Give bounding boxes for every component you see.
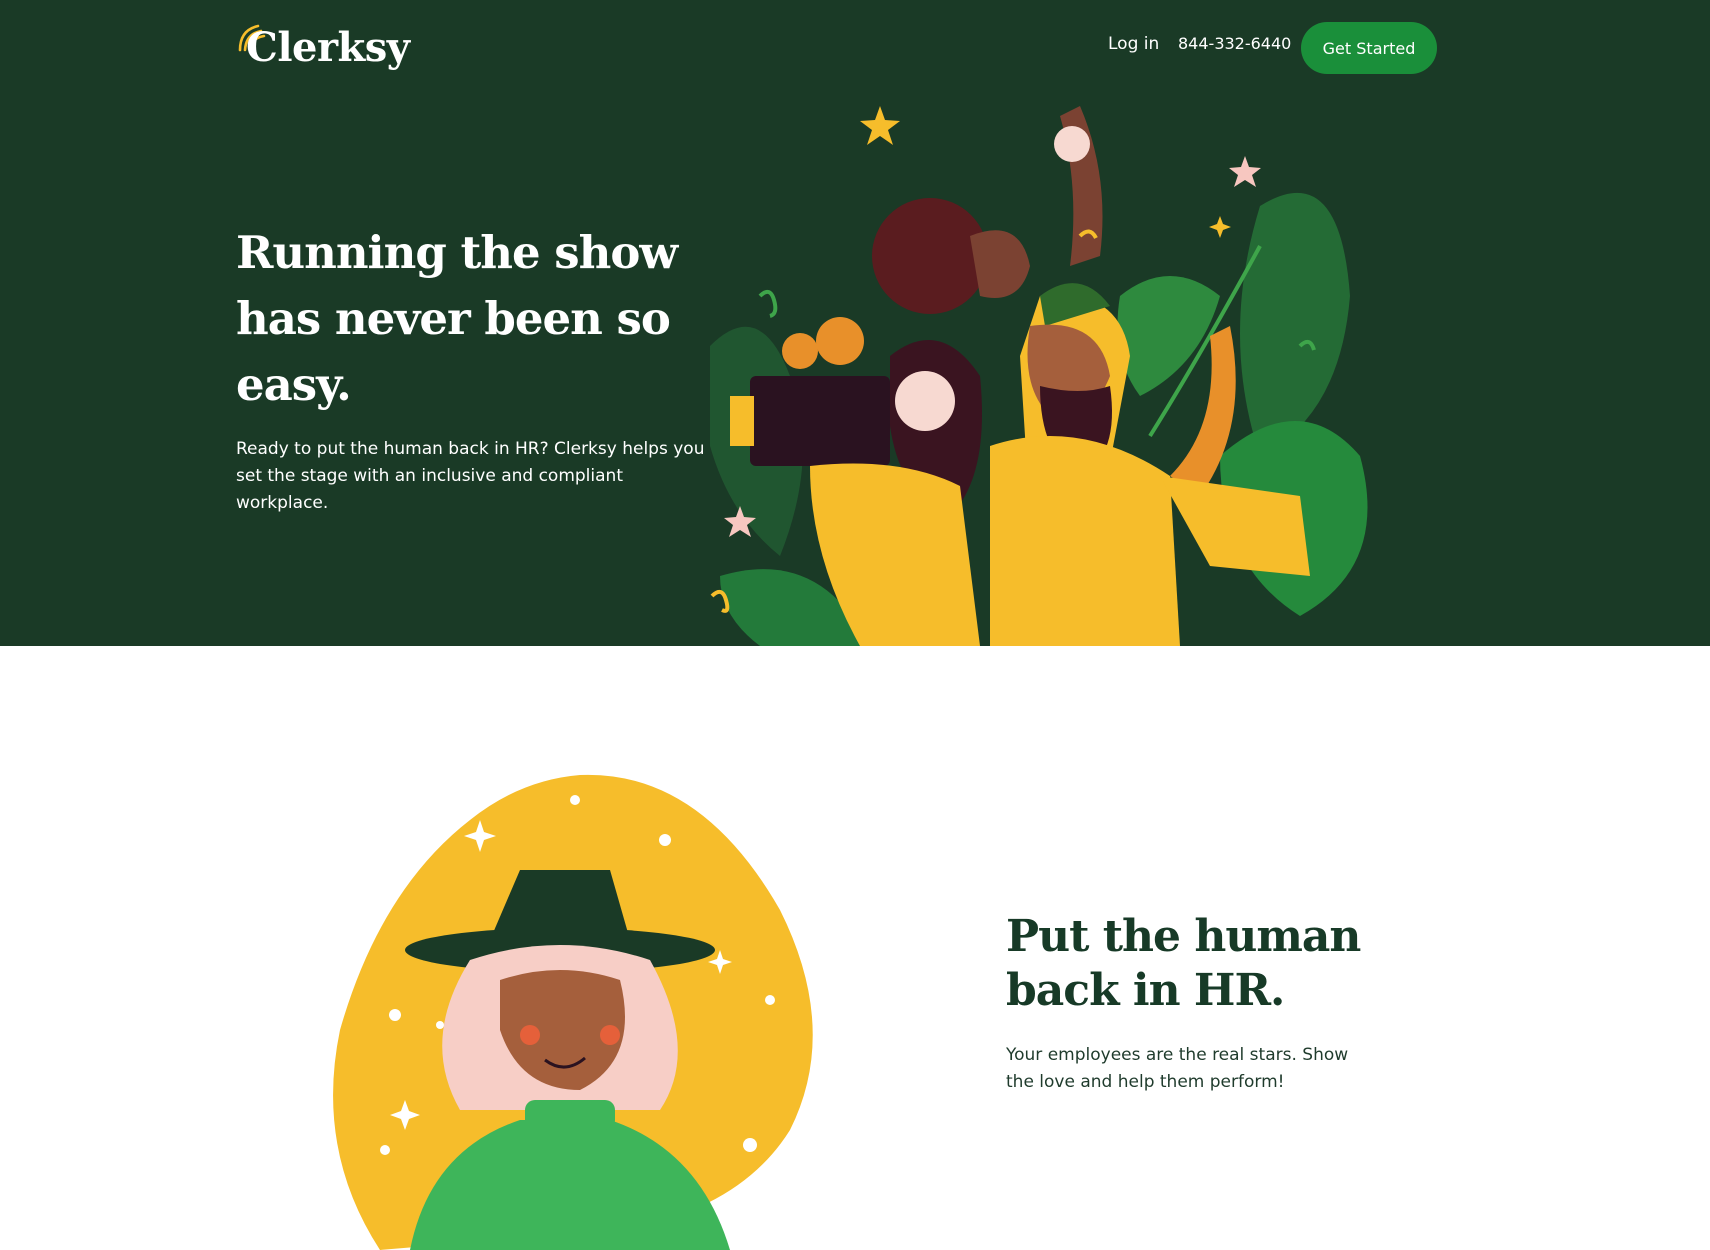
star-icon: [1229, 156, 1261, 187]
man-body: [990, 436, 1180, 646]
hero-title: Running the show has never been so easy.: [236, 226, 678, 411]
cheek: [520, 1025, 540, 1045]
afro-hair: [872, 198, 988, 314]
star-icon: [860, 106, 900, 145]
face: [970, 230, 1030, 298]
leaf-shape: [1117, 276, 1220, 396]
squiggle-icon: [758, 289, 778, 318]
hero-subtitle: Ready to put the human back in HR? Clerk…: [236, 439, 705, 513]
hero-illustration: [710, 106, 1368, 646]
dot-icon: [380, 1145, 390, 1155]
phone-link[interactable]: 844-332-6440: [1178, 34, 1291, 53]
section-subtitle: Your employees are the real stars. Show …: [1006, 1045, 1349, 1092]
login-link[interactable]: Log in: [1108, 34, 1159, 54]
dot-icon: [570, 795, 580, 805]
person-illustration: [333, 774, 813, 1250]
sparkle-icon: [1209, 216, 1231, 238]
cheek: [600, 1025, 620, 1045]
dot-icon: [659, 834, 671, 846]
dot-icon: [743, 1138, 757, 1152]
camera-lens: [730, 396, 754, 446]
camera-body: [750, 376, 890, 466]
leaf-shape: [1240, 192, 1350, 456]
collar: [525, 1100, 615, 1130]
dot-icon: [389, 1009, 401, 1021]
top-nav: Clerksy Log in 844-332-6440 Get Started: [0, 0, 1710, 96]
film-reel-icon: [782, 333, 818, 369]
squiggle-icon: [710, 589, 730, 613]
dot-icon: [436, 1021, 444, 1029]
film-reel-icon: [816, 317, 864, 365]
hero-section: Clerksy Log in 844-332-6440 Get Started …: [0, 0, 1710, 646]
ball-icon: [1054, 126, 1090, 162]
woman-face: [895, 371, 955, 431]
dot-icon: [765, 995, 775, 1005]
section-title: Put the human back in HR.: [1006, 911, 1361, 1016]
get-started-button[interactable]: Get Started: [1301, 22, 1437, 74]
logo-text: Clerksy: [246, 24, 410, 71]
